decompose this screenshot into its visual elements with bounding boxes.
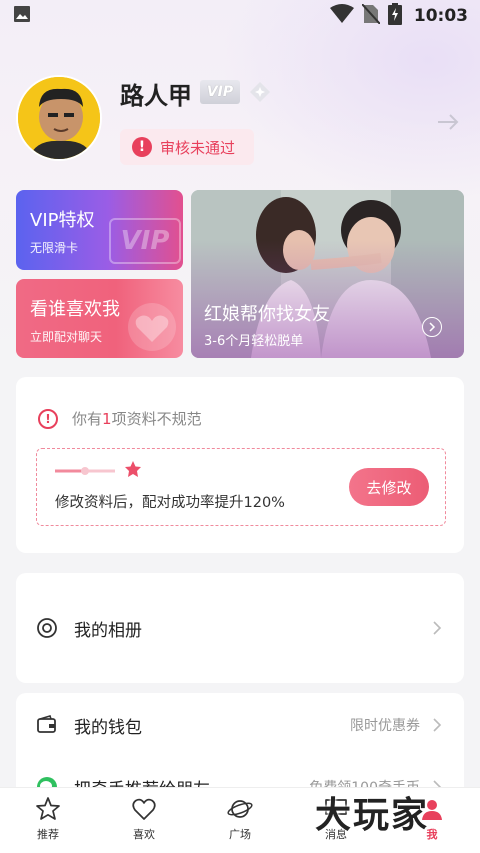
edit-profile-button[interactable]: 去修改 [349, 468, 429, 506]
heart-icon [132, 798, 156, 820]
match-card-title: 红娘帮你找女友 [204, 304, 330, 325]
arrow-right-icon[interactable] [436, 110, 460, 134]
tab-likes-label: 喜欢 [133, 828, 155, 841]
status-time: 10:03 [413, 6, 468, 26]
hearts-icon [127, 302, 177, 352]
issue-suffix: 项资料不规范 [111, 410, 202, 428]
matchmaker-card[interactable]: 红娘帮你找女友 3-6个月轻松脱单 [191, 190, 464, 358]
wifi-icon [329, 4, 354, 28]
tab-square[interactable]: 广场 [192, 788, 288, 853]
star-icon [36, 797, 60, 820]
vip-privilege-card[interactable]: VIP特权 无限滑卡 VIP [16, 190, 183, 270]
username: 路人甲 [120, 82, 192, 110]
tab-recommend-label: 推荐 [37, 828, 59, 841]
album-label: 我的相册 [74, 620, 142, 641]
diamond-icon[interactable] [248, 80, 272, 104]
image-icon [12, 4, 32, 28]
progress-star-icon [55, 461, 141, 477]
review-status-badge[interactable]: ! 审核未通过 [120, 129, 254, 165]
wallet-coupon-hint: 限时优惠券 [350, 718, 420, 734]
no-sim-icon [361, 3, 381, 28]
status-bar: 10:03 [0, 0, 480, 32]
vip-badge[interactable]: VIP [200, 80, 240, 104]
review-status-label: 审核未通过 [160, 138, 236, 157]
match-card-subtitle: 3-6个月轻松脱单 [204, 334, 304, 349]
profile-issue-card: ! 你有 1 项资料不规范 修改资料后，配对成功率提升120% 去修改 [16, 377, 464, 553]
profile-issue-heading: ! 你有 1 项资料不规范 [38, 408, 202, 429]
planet-icon [227, 800, 253, 818]
issue-count: 1 [102, 409, 112, 428]
chevron-right-icon [433, 718, 442, 732]
who-likes-me-card[interactable]: 看谁喜欢我 立即配对聊天 [16, 279, 183, 358]
tab-square-label: 广场 [229, 828, 251, 841]
tab-likes[interactable]: 喜欢 [96, 788, 192, 853]
chevron-right-circle-icon[interactable] [422, 317, 442, 337]
vip-card-watermark: VIP [109, 218, 181, 264]
issue-prefix: 你有 [72, 410, 103, 428]
alert-circle-icon: ! [38, 408, 58, 429]
profile-issue-box: 修改资料后，配对成功率提升120% 去修改 [36, 448, 446, 526]
album-card: 我的相册 [16, 573, 464, 683]
battery-charging-icon [387, 3, 402, 29]
wallet-label: 我的钱包 [74, 717, 142, 738]
watermark: 大玩家 [315, 795, 430, 836]
album-icon [37, 618, 57, 638]
tab-recommend[interactable]: 推荐 [0, 788, 96, 853]
chevron-right-icon [433, 621, 442, 635]
menu-item-album[interactable]: 我的相册 [16, 600, 464, 656]
profile-issue-message: 修改资料后，配对成功率提升120% [55, 495, 285, 511]
avatar[interactable] [16, 75, 102, 161]
alert-icon: ! [132, 137, 152, 157]
menu-item-wallet[interactable]: 我的钱包 限时优惠券 [16, 697, 464, 753]
wallet-icon [37, 715, 56, 733]
